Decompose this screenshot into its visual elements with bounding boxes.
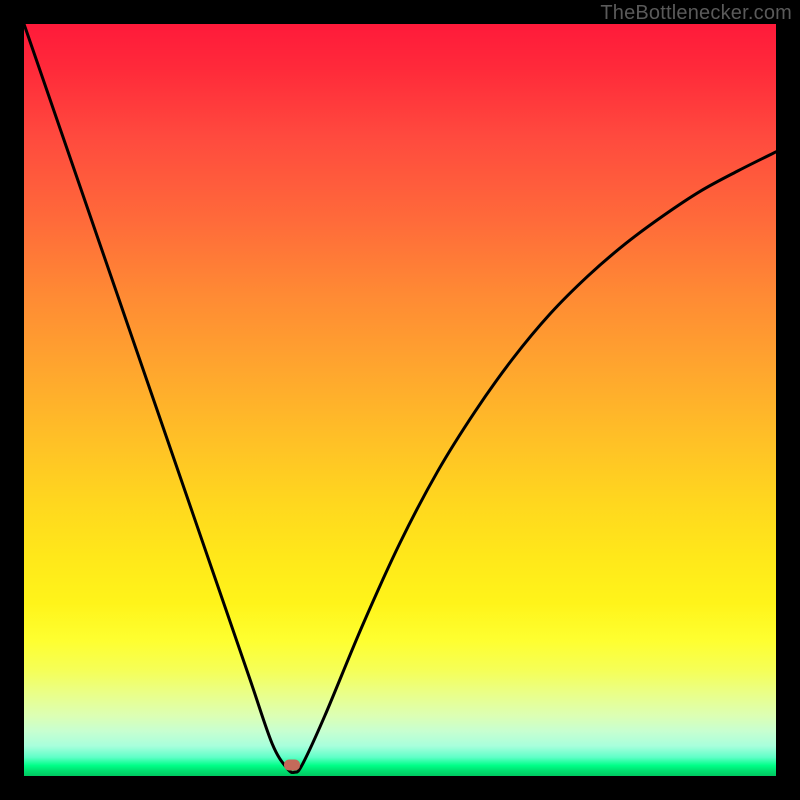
chart-stage: TheBottlenecker.com [0, 0, 800, 800]
watermark-text: TheBottlenecker.com [600, 2, 792, 25]
optimal-point-marker [284, 760, 300, 771]
bottleneck-curve [24, 24, 776, 773]
plot-area [24, 24, 776, 776]
curve-layer [24, 24, 776, 776]
